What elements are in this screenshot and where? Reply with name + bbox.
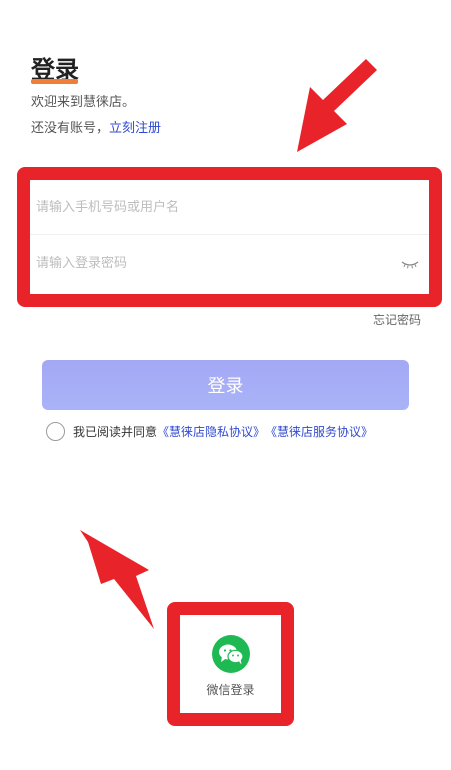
password-input[interactable] [36,256,376,271]
welcome-text: 欢迎来到慧徕店。 [31,95,136,110]
wechat-icon [218,644,244,665]
privacy-agreement-link[interactable]: 《慧徕店隐私协议》 [157,423,265,441]
register-row: 还没有账号，立刻注册 [31,120,161,138]
title-underline [31,79,78,84]
password-row [30,236,429,291]
service-agreement-link[interactable]: 《慧徕店服务协议》 [265,423,373,441]
no-account-text: 还没有账号， [31,121,110,136]
agreement-prefix: 我已阅读并同意 [73,424,158,439]
forgot-password-link[interactable]: 忘记密码 [373,312,421,328]
annotation-arrow-icon [80,530,154,629]
annotation-arrow-icon [297,59,377,152]
wechat-login-label: 微信登录 [206,683,255,697]
wechat-login-button[interactable]: 微信登录 [180,615,281,713]
annotation-frame-wechat: 微信登录 [167,602,294,726]
agreement-row: 我已阅读并同意 《慧徕店隐私协议》 《慧徕店服务协议》 [46,422,373,441]
eye-closed-icon[interactable] [401,258,419,270]
wechat-icon-badge [211,635,250,673]
agreement-checkbox[interactable] [46,422,65,441]
login-button[interactable]: 登录 [42,360,409,410]
username-row [30,180,429,235]
register-link[interactable]: 立刻注册 [109,121,161,136]
annotation-frame-form [17,167,442,307]
username-input[interactable] [36,199,376,215]
